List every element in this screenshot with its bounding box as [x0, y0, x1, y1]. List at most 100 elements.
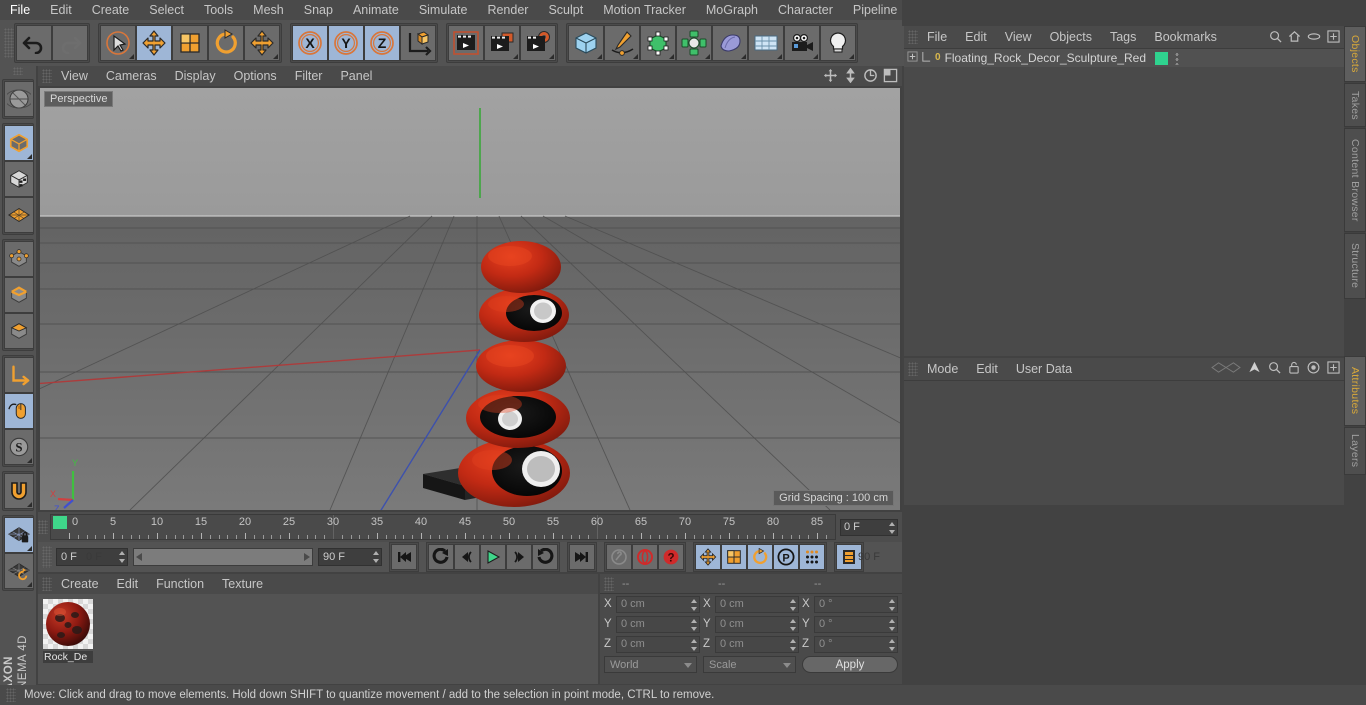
add-camera-button[interactable] — [784, 25, 820, 61]
size-z-field[interactable]: 0 cm — [715, 635, 799, 653]
vtab-attributes[interactable]: Attributes — [1344, 356, 1366, 426]
rotation-x-field[interactable]: 0 ° — [814, 595, 898, 613]
material-menu-create[interactable]: Create — [52, 574, 108, 594]
object-manager-grip[interactable] — [908, 30, 918, 44]
undo-button[interactable] — [16, 25, 52, 61]
material-menu-function[interactable]: Function — [147, 574, 213, 594]
menu-animate[interactable]: Animate — [343, 0, 409, 20]
statusbar-grip[interactable] — [6, 688, 16, 702]
spinner-icon[interactable] — [888, 598, 895, 611]
viewport-3d-canvas[interactable]: Y X Z Perspective Grid Spacing : 100 cm — [40, 88, 900, 510]
points-mode-button[interactable] — [4, 241, 34, 277]
maximize-viewport-icon[interactable] — [883, 68, 898, 86]
expand-toggle-icon[interactable] — [907, 51, 918, 65]
material-swatch[interactable] — [43, 599, 93, 649]
attribute-menu-user-data[interactable]: User Data — [1007, 359, 1081, 379]
current-frame-field[interactable]: 0 F — [840, 518, 898, 536]
point-level-animation-button[interactable] — [799, 544, 825, 570]
make-editable-button[interactable] — [4, 81, 34, 117]
axis-modify-button[interactable] — [4, 357, 34, 393]
transport-grip[interactable] — [42, 546, 52, 568]
lock-icon[interactable] — [1288, 361, 1300, 377]
workplane-lock-button[interactable] — [4, 517, 34, 553]
record-active-objects-button[interactable] — [606, 544, 632, 570]
spinner-icon[interactable] — [888, 521, 895, 534]
edges-mode-button[interactable] — [4, 277, 34, 313]
autokeying-button[interactable] — [632, 544, 658, 570]
world-object-axis-button[interactable] — [400, 25, 436, 61]
menu-sculpt[interactable]: Sculpt — [538, 0, 593, 20]
object-menu-view[interactable]: View — [996, 27, 1041, 47]
menu-snap[interactable]: Snap — [294, 0, 343, 20]
position-key-button[interactable] — [695, 544, 721, 570]
arrow-icon[interactable] — [1248, 361, 1261, 377]
object-menu-file[interactable]: File — [918, 27, 956, 47]
attribute-manager-grip[interactable] — [908, 362, 918, 376]
menu-mesh[interactable]: Mesh — [243, 0, 294, 20]
axis-x-button[interactable]: X — [292, 25, 328, 61]
add-light-button[interactable] — [820, 25, 856, 61]
search-icon[interactable] — [1269, 30, 1282, 46]
menu-select[interactable]: Select — [139, 0, 194, 20]
menu-character[interactable]: Character — [768, 0, 843, 20]
position-x-field[interactable]: 0 cm — [616, 595, 700, 613]
spinner-icon[interactable] — [372, 551, 379, 563]
parameter-key-button[interactable]: P — [773, 544, 799, 570]
rotation-key-button[interactable] — [747, 544, 773, 570]
preview-range-slider[interactable]: 0 F 90 F — [86, 548, 880, 566]
scale-tool-button[interactable] — [172, 25, 208, 61]
home-icon[interactable] — [1288, 30, 1301, 46]
timeline-playhead[interactable] — [53, 516, 67, 529]
move-axis-button[interactable] — [244, 25, 280, 61]
menu-mograph[interactable]: MoGraph — [696, 0, 768, 20]
menu-render[interactable]: Render — [477, 0, 538, 20]
position-z-field[interactable]: 0 cm — [616, 635, 700, 653]
viewport-menu-options[interactable]: Options — [225, 66, 286, 86]
vtab-takes[interactable]: Takes — [1344, 83, 1366, 127]
add-spline-button[interactable] — [604, 25, 640, 61]
material-menu-texture[interactable]: Texture — [213, 574, 272, 594]
add-deformer-button[interactable] — [676, 25, 712, 61]
menu-pipeline[interactable]: Pipeline — [843, 0, 907, 20]
visibility-dots-icon[interactable] — [1175, 51, 1180, 65]
material-list[interactable]: Rock_De — [38, 594, 598, 684]
object-row[interactable]: 0 Floating_Rock_Decor_Sculpture_Red — [904, 49, 1344, 67]
go-to-next-keyframe-button[interactable] — [532, 544, 558, 570]
size-x-field[interactable]: 0 cm — [715, 595, 799, 613]
timeline-grip[interactable] — [38, 520, 48, 534]
render-view-button[interactable] — [448, 25, 484, 61]
viewport-menu-display[interactable]: Display — [166, 66, 225, 86]
go-to-next-frame-button[interactable] — [506, 544, 532, 570]
menu-tools[interactable]: Tools — [194, 0, 243, 20]
object-name[interactable]: Floating_Rock_Decor_Sculpture_Red — [945, 51, 1146, 65]
end-frame-field[interactable]: 90 F — [318, 548, 382, 566]
material-tag[interactable] — [1155, 51, 1169, 65]
spinner-icon[interactable] — [118, 551, 125, 563]
apply-button[interactable]: Apply — [802, 656, 898, 673]
render-to-picture-viewer-button[interactable] — [484, 25, 520, 61]
vtab-content-browser[interactable]: Content Browser — [1344, 128, 1366, 232]
material-menu-edit[interactable]: Edit — [108, 574, 148, 594]
attribute-content[interactable] — [904, 380, 1344, 505]
polygons-mode-button[interactable] — [4, 313, 34, 349]
axis-z-button[interactable]: Z — [364, 25, 400, 61]
pan-icon[interactable] — [823, 68, 838, 86]
range-right-arrow-icon[interactable] — [304, 553, 310, 561]
add-environment-button[interactable] — [748, 25, 784, 61]
range-left-arrow-icon[interactable] — [136, 553, 142, 561]
material-grip[interactable] — [42, 577, 52, 591]
position-y-field[interactable]: 0 cm — [616, 615, 700, 633]
target-icon[interactable] — [1307, 361, 1320, 377]
spinner-icon[interactable] — [789, 618, 796, 631]
add-cube-button[interactable] — [568, 25, 604, 61]
eye-icon[interactable] — [1307, 30, 1321, 46]
model-mode-button[interactable] — [4, 125, 34, 161]
coordinates-grip[interactable] — [604, 576, 614, 591]
menu-motion-tracker[interactable]: Motion Tracker — [593, 0, 696, 20]
render-settings-button[interactable] — [520, 25, 556, 61]
menu-create[interactable]: Create — [82, 0, 140, 20]
expand-icon[interactable] — [1327, 361, 1340, 377]
object-menu-edit[interactable]: Edit — [956, 27, 996, 47]
enable-snap-button[interactable] — [4, 393, 34, 429]
viewport-menu-view[interactable]: View — [52, 66, 97, 86]
